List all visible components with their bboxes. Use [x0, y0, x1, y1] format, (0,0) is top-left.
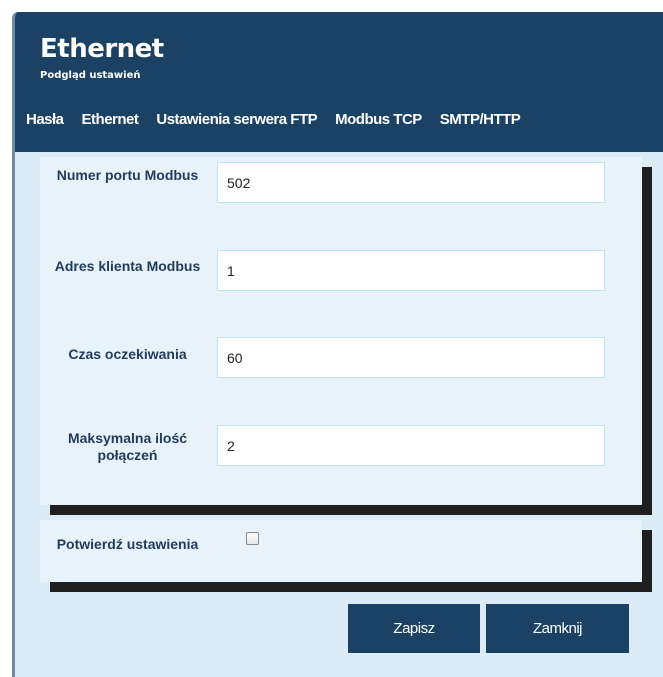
confirm-panel: Potwierdź ustawienia: [40, 520, 642, 582]
confirm-settings-label: Potwierdź ustawienia: [56, 536, 199, 552]
modbus-port-input[interactable]: [217, 162, 605, 203]
max-connections-input[interactable]: [217, 425, 605, 466]
save-button[interactable]: Zapisz: [348, 604, 480, 653]
settings-form-panel: Numer portu Modbus Adres klienta Modbus …: [40, 157, 642, 505]
tab-smtp-http[interactable]: SMTP/HTTP: [431, 111, 530, 128]
tab-modbus-tcp[interactable]: Modbus TCP: [326, 111, 431, 128]
field-label-port: Numer portu Modbus: [56, 167, 199, 183]
field-label-client: Adres klienta Modbus: [54, 258, 201, 274]
tab-ftp-server[interactable]: Ustawienia serwera FTP: [147, 111, 326, 128]
modbus-client-address-input[interactable]: [217, 250, 605, 291]
close-button[interactable]: Zamknij: [486, 604, 629, 653]
field-label-timeout: Czas oczekiwania: [68, 346, 187, 362]
settings-window: Ethernet Podgląd ustawień Hasła Ethernet…: [12, 12, 663, 677]
confirm-settings-checkbox[interactable]: [246, 532, 259, 545]
field-label-connections: Maksymalna ilość połączeń: [67, 430, 188, 463]
page-title: Ethernet: [40, 34, 164, 64]
tab-hasla[interactable]: Hasła: [15, 111, 73, 128]
page-subtitle: Podgląd ustawień: [40, 70, 141, 81]
tab-ethernet[interactable]: Ethernet: [73, 111, 148, 128]
timeout-input[interactable]: [217, 337, 605, 378]
header-bar: Ethernet Podgląd ustawień Hasła Ethernet…: [15, 12, 663, 152]
tab-bar: Hasła Ethernet Ustawienia serwera FTP Mo…: [15, 102, 529, 136]
